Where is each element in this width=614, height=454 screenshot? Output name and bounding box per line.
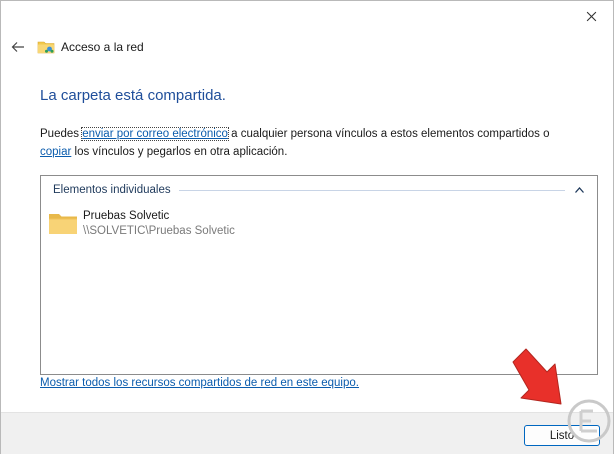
back-arrow-icon — [11, 42, 24, 52]
network-folder-icon — [37, 41, 55, 54]
close-icon — [586, 11, 596, 21]
title-bar: Acceso a la red — [1, 31, 613, 63]
watermark-logo — [567, 399, 611, 443]
folder-icon — [49, 214, 77, 234]
email-link[interactable]: enviar por correo electrónico — [81, 127, 229, 141]
close-button[interactable] — [569, 1, 613, 31]
group-divider — [178, 189, 565, 191]
network-access-dialog: Acceso a la red La carpeta está comparti… — [0, 0, 614, 454]
red-arrow-annotation — [512, 348, 562, 405]
chevron-up-icon — [574, 187, 584, 193]
dialog-footer: Listo — [1, 412, 613, 454]
group-title: Elementos individuales — [53, 184, 171, 196]
copy-link[interactable]: copiar — [40, 146, 71, 158]
window-title: Acceso a la red — [61, 40, 144, 54]
collapse-button[interactable] — [573, 185, 585, 195]
desc-middle: a cualquier persona vínculos a estos ele… — [227, 128, 550, 140]
list-item-text: Pruebas Solvetic \\SOLVETIC\Pruebas Solv… — [83, 209, 235, 239]
share-description: Puedes enviar por correo electrónico a c… — [40, 125, 580, 161]
item-path: \\SOLVETIC\Pruebas Solvetic — [83, 225, 235, 237]
desc-suffix: los vínculos y pegarlos en otra aplicaci… — [71, 146, 288, 158]
desc-prefix: Puedes — [40, 128, 83, 140]
back-button[interactable] — [3, 35, 33, 59]
list-item[interactable]: Pruebas Solvetic \\SOLVETIC\Pruebas Solv… — [48, 209, 235, 239]
group-header[interactable]: Elementos individuales — [53, 182, 585, 198]
shared-items-list[interactable]: Elementos individuales Pruebas Solvetic … — [40, 175, 598, 375]
item-name: Pruebas Solvetic — [83, 210, 170, 222]
page-heading: La carpeta está compartida. — [40, 87, 226, 104]
show-all-shares-link[interactable]: Mostrar todos los recursos compartidos d… — [40, 377, 359, 389]
